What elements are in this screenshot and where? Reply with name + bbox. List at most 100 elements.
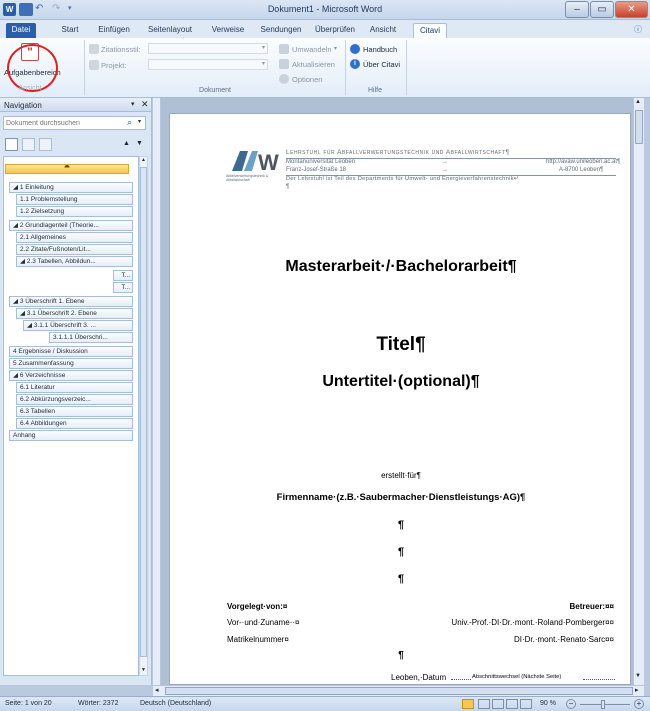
zoom-slider[interactable] (580, 704, 630, 705)
view-print-layout-icon[interactable] (462, 699, 474, 709)
previous-heading-icon[interactable]: ▲ (123, 140, 130, 147)
close-button[interactable]: ✕ (615, 1, 648, 18)
nav-heading-item[interactable]: 6.4 Abbildungen (16, 418, 133, 429)
scroll-down-arrow-icon[interactable]: ▼ (635, 673, 641, 679)
nav-heading-item[interactable]: 5 Zusammenfassung (9, 358, 133, 369)
ribbon-tabs: Datei Start Einfügen Seitenlayout Verwei… (0, 20, 650, 39)
next-heading-icon[interactable]: ▼ (136, 140, 143, 147)
document-page[interactable]: W Abfallverwertungstechnik & Abfallwirts… (169, 113, 631, 685)
tab-start[interactable]: Start (56, 23, 84, 38)
nav-heading-item[interactable]: 3.1.1.1 Überschri... (49, 332, 133, 343)
nav-heading-item[interactable]: ◢ 6 Verzeichnisse (9, 370, 133, 381)
optionen-button[interactable]: Optionen (292, 75, 322, 84)
status-page[interactable]: Seite: 1 von 20 (5, 700, 52, 707)
tab-sendungen[interactable]: Sendungen (259, 23, 303, 38)
pane-options-icon[interactable]: ▾ (131, 100, 135, 108)
ueber-citavi-button[interactable]: Über Citavi (363, 60, 400, 69)
tab-verweise[interactable]: Verweise (209, 23, 247, 38)
nav-heading-item[interactable]: T... (113, 270, 133, 281)
scroll-thumb[interactable] (165, 687, 633, 695)
view-fullscreen-icon[interactable] (478, 699, 490, 709)
collapse-all-button[interactable]: ⯊ (5, 164, 129, 174)
logo-caption: Abfallverwertungstechnik & Abfallwirtsch… (226, 174, 269, 182)
nav-heading-item[interactable]: 6.3 Tabellen (16, 406, 133, 417)
view-outline-icon[interactable] (506, 699, 518, 709)
browse-results-icon[interactable] (39, 138, 52, 151)
zoom-slider-thumb[interactable] (601, 700, 605, 709)
nav-heading-label: 2.3 Tabellen, Abbildun... (26, 258, 96, 265)
nav-heading-item[interactable]: Anhang (9, 430, 133, 441)
nav-heading-item[interactable]: ◢ 2 Grundlagenteil (Theorie... (9, 220, 133, 231)
view-web-icon[interactable] (492, 699, 504, 709)
optionen-gear-icon (279, 74, 289, 84)
nav-heading-label: 3.1 Überschrift 2. Ebene (26, 310, 97, 317)
nav-heading-item[interactable]: 1.1 Problemstellung (16, 194, 133, 205)
scroll-down-arrow-icon[interactable]: ▼ (140, 667, 147, 675)
tab-datei[interactable]: Datei (6, 23, 36, 38)
nav-heading-item[interactable]: ◢ 3 Überschrift 1. Ebene (9, 296, 133, 307)
tab-citavi[interactable]: Citavi (413, 23, 447, 39)
tab-ansicht[interactable]: Ansicht (365, 23, 401, 38)
zitationsstil-dropdown[interactable]: ▾ (148, 43, 268, 54)
umwandeln-button[interactable]: Umwandeln (292, 45, 332, 54)
expand-triangle-icon[interactable]: ◢ (13, 372, 20, 379)
browse-pages-icon[interactable] (22, 138, 35, 151)
firmenname: Firmenname·(z.B.·Saubermacher·Dienstleis… (276, 492, 526, 503)
minimize-button[interactable]: ‒ (565, 1, 589, 18)
nav-heading-item[interactable]: T... (113, 282, 133, 293)
status-language[interactable]: Deutsch (Deutschland) (140, 700, 211, 707)
pane-close-icon[interactable]: ✕ (141, 99, 149, 110)
expand-triangle-icon[interactable]: ◢ (13, 222, 20, 229)
expand-triangle-icon[interactable]: ◢ (20, 310, 27, 317)
zoom-out-icon[interactable]: − (566, 699, 576, 709)
expand-triangle-icon[interactable]: ◢ (13, 184, 20, 191)
search-options-icon[interactable]: ▾ (138, 118, 141, 125)
header-note: Der Lehrstuhl ist Teil des Departments f… (286, 176, 519, 182)
nav-heading-item[interactable]: 6.2 Abkürzungsverzeic... (16, 394, 133, 405)
vorgelegt-label: Vorgelegt·von:¤ (227, 602, 288, 611)
tab-einfuegen[interactable]: Einfügen (95, 23, 133, 38)
scroll-left-arrow-icon[interactable]: ◂ (155, 686, 159, 694)
browse-headings-icon[interactable] (5, 138, 18, 151)
header-pilcrow: ¶ (286, 184, 290, 190)
navigation-search[interactable]: ⌕ ▾ (3, 116, 146, 130)
nav-heading-item[interactable]: 4 Ergebnisse / Diskussion (9, 346, 133, 357)
status-words[interactable]: Wörter: 2372 (78, 700, 118, 707)
search-input[interactable] (6, 118, 121, 129)
nav-heading-item[interactable]: 2.1 Allgemeines (16, 232, 133, 243)
scroll-up-arrow-icon[interactable]: ▲ (635, 99, 641, 105)
projekt-dropdown[interactable]: ▾ (148, 59, 268, 70)
nav-heading-item[interactable]: ◢ 3.1 Überschrift 2. Ebene (16, 308, 133, 319)
expand-triangle-icon[interactable]: ◢ (13, 298, 20, 305)
handbuch-button[interactable]: Handbuch (363, 45, 397, 54)
nav-heading-label: 1 Einleitung (19, 184, 54, 191)
scroll-right-arrow-icon[interactable]: ▸ (635, 686, 639, 694)
expand-triangle-icon[interactable]: ◢ (20, 258, 27, 265)
scroll-thumb[interactable] (635, 110, 643, 144)
umwandeln-chevron-icon[interactable]: ▾ (334, 45, 337, 52)
nav-heading-item[interactable]: 2.2 Zitate/Fußnoten/Lit... (16, 244, 133, 255)
nav-heading-item[interactable]: ◢ 1 Einleitung (9, 182, 133, 193)
search-icon[interactable]: ⌕ (127, 117, 132, 128)
view-draft-icon[interactable] (520, 699, 532, 709)
scroll-up-arrow-icon[interactable]: ▲ (140, 157, 147, 165)
aktualisieren-button[interactable]: Aktualisieren (292, 60, 335, 69)
window-title: Dokument1 - Microsoft Word (267, 4, 383, 14)
zoom-in-icon[interactable]: + (634, 699, 644, 709)
maximize-button[interactable]: ▭ (590, 1, 614, 18)
nav-heading-item[interactable]: ◢ 3.1.1 Überschrift 3. ... (23, 320, 133, 331)
projekt-icon (89, 60, 99, 70)
horizontal-scrollbar[interactable]: ◂ ▸ (153, 685, 644, 696)
tab-seitenlayout[interactable]: Seitenlayout (143, 23, 197, 38)
scroll-thumb[interactable] (140, 167, 147, 657)
help-icon[interactable]: ⓘ (634, 24, 642, 35)
zoom-level[interactable]: 90 % (540, 700, 556, 707)
vertical-scrollbar[interactable]: ▲ ▼ (633, 98, 644, 685)
nav-heading-item[interactable]: ◢ 2.3 Tabellen, Abbildun... (16, 256, 133, 267)
nav-heading-item[interactable]: 1.2 Zielsetzung (16, 206, 133, 217)
expand-triangle-icon[interactable]: ◢ (27, 322, 34, 329)
nav-heading-item[interactable]: 6.1 Literatur (16, 382, 133, 393)
tab-ueberpruefen[interactable]: Überprüfen (311, 23, 359, 38)
leoben-datum: Leoben,·Datum (391, 673, 447, 682)
nav-scrollbar[interactable]: ▲ ▼ (139, 156, 148, 676)
